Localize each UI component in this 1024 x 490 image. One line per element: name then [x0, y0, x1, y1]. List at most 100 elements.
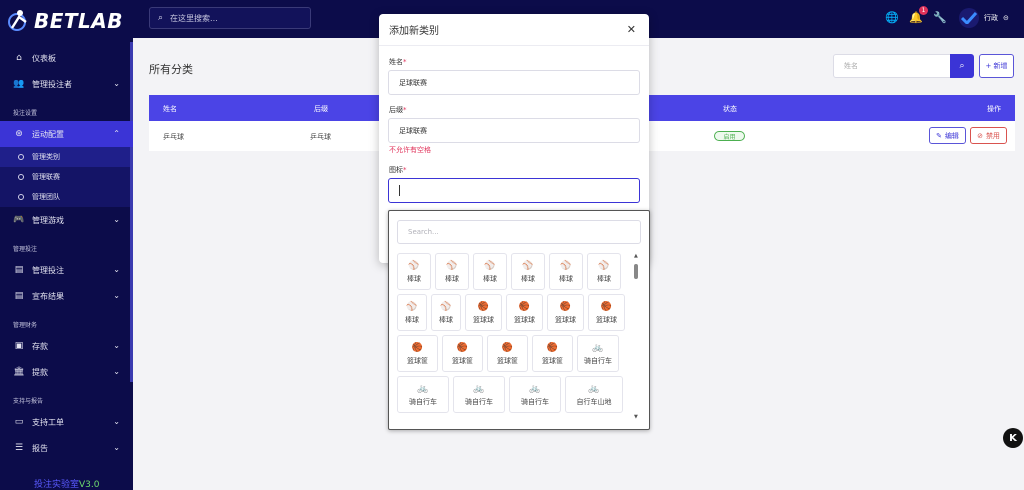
disable-label: 禁用 — [985, 131, 1000, 140]
icon-option[interactable]: ⚾ 棒球 — [397, 294, 427, 331]
modal-title: 添加新类别 — [389, 26, 439, 37]
section-heading: 投注设置 — [13, 109, 38, 117]
icon-search-input[interactable]: Search... — [397, 220, 641, 244]
sidebar-item-bettors[interactable]: 👥 管理投注者 ⌄ — [0, 71, 133, 97]
name-search-placeholder: 姓名 — [844, 62, 858, 70]
search-placeholder: 在这里搜索... — [170, 13, 218, 23]
icon-option[interactable]: ⚾ 棒球 — [549, 253, 583, 290]
logo[interactable]: BETLAB — [0, 0, 133, 42]
sidebar-item-withdraw[interactable]: 🏛 提款 ⌄ — [0, 359, 133, 385]
name-field-label: 姓名* — [389, 57, 407, 67]
sidebar-subitem-categories[interactable]: 管理类别 — [0, 147, 133, 167]
sidebar-item-reports[interactable]: ☰ 报告 ⌄ — [0, 435, 133, 461]
icon-option[interactable]: ⚾ 棒球 — [431, 294, 461, 331]
scroll-thumb[interactable] — [634, 264, 638, 279]
name-field-value: 足球联赛 — [399, 78, 427, 87]
icon-picker-scrollbar[interactable]: ▲ ▼ — [634, 253, 639, 428]
icon-option[interactable]: 🏀 篮球球 — [588, 294, 625, 331]
column-header-name: 姓名 — [163, 105, 177, 113]
global-search-input[interactable]: ⌕ 在这里搜索... — [149, 7, 311, 29]
pencil-icon: ✎ — [936, 131, 942, 140]
icon-option[interactable]: 🏀 篮球筐 — [442, 335, 483, 372]
sidebar-item-label: 存款 — [32, 341, 48, 351]
section-heading: 管理投注 — [13, 245, 38, 253]
slug-field[interactable]: 足球联赛 — [388, 118, 640, 143]
icon-option[interactable]: 🏀 篮球筐 — [487, 335, 528, 372]
icon-option-label: 骑自行车 — [465, 397, 493, 406]
icon-option[interactable]: 🚲 骑自行车 — [577, 335, 619, 372]
sidebar-item-tickets[interactable]: ▭ 支持工单 ⌄ — [0, 409, 133, 435]
icon-option[interactable]: 🏀 篮球球 — [506, 294, 543, 331]
search-button[interactable]: ⌕ — [950, 54, 974, 78]
avatar — [959, 8, 979, 28]
icon-option-label: 棒球 — [445, 274, 459, 283]
floating-help-button[interactable]: K — [1003, 428, 1023, 448]
required-mark: * — [403, 166, 407, 174]
sidebar-item-sports[interactable]: ⊛ 运动配置 ⌃ — [0, 121, 133, 147]
chevron-down-icon: ⌄ — [113, 367, 120, 376]
icon-option[interactable]: 🏀 篮球球 — [547, 294, 584, 331]
sidebar-subitem-label: 管理团队 — [32, 193, 60, 201]
chevron-down-icon: ⌄ — [113, 265, 120, 274]
icon-option-label: 篮球球 — [596, 315, 617, 324]
edit-label: 编辑 — [944, 131, 959, 140]
icon-option[interactable]: 🚲 骑自行车 — [453, 376, 505, 413]
sports-icon: ⊛ — [15, 129, 23, 139]
sidebar-item-label: 提款 — [32, 367, 48, 377]
chevron-down-icon: ⌄ — [113, 443, 120, 452]
icon-option[interactable]: 🏀 篮球筐 — [397, 335, 438, 372]
username: 行政 — [984, 14, 998, 22]
icon-option[interactable]: 🚲 骑自行车 — [509, 376, 561, 413]
sidebar-subitem-teams[interactable]: 管理团队 — [0, 187, 133, 207]
icon-option[interactable]: 🏀 篮球筐 — [532, 335, 573, 372]
sidebar-item-bets[interactable]: ▤ 管理投注 ⌄ — [0, 257, 133, 283]
icon-option-label: 棒球 — [597, 274, 611, 283]
edit-button[interactable]: ✎ 编辑 — [929, 127, 966, 144]
text-caret — [399, 185, 400, 196]
basketball-hoop-icon: 🏀 — [456, 342, 469, 353]
search-icon: ⌕ — [959, 61, 965, 71]
sidebar-subitem-leagues[interactable]: 管理联赛 — [0, 167, 133, 187]
wrench-icon[interactable]: 🔧 — [933, 10, 947, 24]
sidebar-item-results[interactable]: ▤ 宣布结果 ⌄ — [0, 283, 133, 309]
close-icon[interactable]: ✕ — [627, 23, 636, 36]
baseball-icon: ⚾ — [560, 260, 572, 271]
icon-option[interactable]: ⚾ 棒球 — [511, 253, 545, 290]
column-header-status: 状态 — [723, 105, 737, 113]
icon-option[interactable]: ⚾ 棒球 — [473, 253, 507, 290]
sidebar-item-dashboard[interactable]: ⌂ 仪表板 — [0, 45, 133, 71]
scroll-up-icon[interactable]: ▲ — [634, 253, 638, 259]
sidebar-item-deposit[interactable]: ▣ 存款 ⌄ — [0, 333, 133, 359]
icon-field[interactable] — [388, 178, 640, 203]
home-icon: ⌂ — [16, 53, 22, 63]
add-new-button[interactable]: + 新增 — [979, 54, 1014, 78]
chevron-down-icon: ⌄ — [113, 215, 120, 224]
icon-option-label: 棒球 — [439, 315, 453, 324]
sidebar-item-games[interactable]: 🎮 管理游戏 ⌄ — [0, 207, 133, 233]
icon-option-label: 篮球筐 — [407, 356, 428, 365]
disable-button[interactable]: ⊘ 禁用 — [970, 127, 1007, 144]
icon-option[interactable]: ⚾ 棒球 — [397, 253, 431, 290]
slug-field-value: 足球联赛 — [399, 126, 427, 135]
name-field[interactable]: 足球联赛 — [388, 70, 640, 95]
globe-icon[interactable]: 🌐 — [885, 10, 899, 24]
icon-option[interactable]: ⚾ 棒球 — [435, 253, 469, 290]
version-number: V3.0 — [79, 480, 100, 490]
name-search-input[interactable]: 姓名 — [833, 54, 951, 78]
icon-option-label: 棒球 — [521, 274, 535, 283]
icon-option[interactable]: ⚾ 棒球 — [587, 253, 621, 290]
clipboard-icon: ▤ — [14, 291, 24, 301]
icon-grid-row: ⚾ 棒球 ⚾ 棒球 🏀 篮球球 🏀 篮球球 🏀 篮球球 🏀 篮球球 — [397, 294, 629, 331]
icon-option[interactable]: 🏀 篮球球 — [465, 294, 502, 331]
bell-icon[interactable]: 🔔 1 — [909, 6, 928, 24]
version-prefix: 投注实验室 — [34, 480, 80, 490]
user-menu[interactable]: 行政 ⊝ — [959, 8, 1009, 28]
gamepad-icon: 🎮 — [13, 215, 25, 225]
icon-option[interactable]: 🚲 自行车山地 — [565, 376, 623, 413]
icon-option-label: 篮球球 — [514, 315, 535, 324]
icon-option[interactable]: 🚲 骑自行车 — [397, 376, 449, 413]
scroll-down-icon[interactable]: ▼ — [634, 414, 638, 420]
sidebar-item-label: 报告 — [32, 443, 48, 453]
icon-option-label: 篮球球 — [473, 315, 494, 324]
cell-name: 乒乓球 — [163, 133, 184, 141]
